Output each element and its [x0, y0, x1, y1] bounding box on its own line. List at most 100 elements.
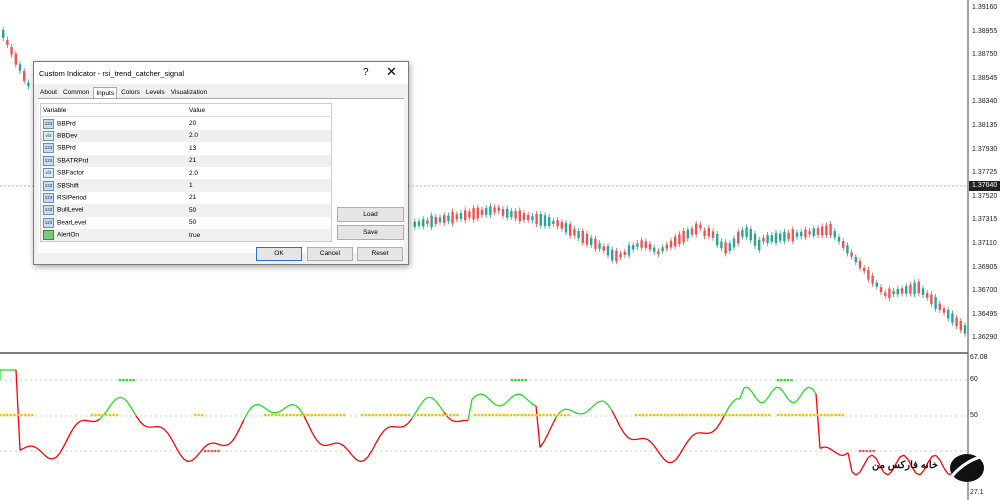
price-tick-label: 1.37725: [972, 169, 998, 177]
reset-button[interactable]: Reset: [357, 247, 403, 261]
rsi-segment: [439, 406, 445, 413]
tab-levels[interactable]: Levels: [144, 87, 167, 98]
signal-dot: [776, 413, 780, 417]
rsi-segment: [95, 418, 101, 422]
rsi-segment: [431, 397, 437, 402]
column-header-variable[interactable]: Variable: [40, 103, 187, 118]
param-value[interactable]: 21: [187, 192, 332, 204]
rsi-segment: [647, 439, 653, 444]
rsi-segment: [55, 452, 61, 458]
param-value[interactable]: 20: [187, 117, 332, 130]
signal-dot: [764, 413, 767, 417]
param-row[interactable]: 123 BullLevel 50: [40, 204, 332, 217]
tab-colors[interactable]: Colors: [119, 87, 142, 98]
cancel-button[interactable]: Cancel: [307, 247, 353, 261]
signal-dot: [524, 378, 527, 382]
param-name: AlertOn: [57, 231, 80, 239]
ok-button[interactable]: OK: [256, 247, 302, 261]
param-row[interactable]: v/2 SBFactor 2.0: [41, 167, 332, 179]
tab-common[interactable]: Common: [61, 87, 91, 98]
param-variable: 123 SBATRPrd: [40, 154, 187, 167]
signal-dot: [841, 413, 845, 417]
param-value[interactable]: 21: [187, 154, 332, 167]
rsi-segment: [403, 423, 409, 427]
help-button[interactable]: ?: [363, 67, 369, 78]
param-value[interactable]: 50: [187, 204, 332, 217]
signal-dot: [724, 413, 728, 417]
signal-dot: [263, 413, 267, 417]
rsi-segment: [755, 397, 761, 403]
signal-dot: [791, 413, 794, 417]
rsi-segment: [43, 454, 49, 459]
param-row[interactable]: v/2 BBDev 2.0: [40, 129, 332, 143]
rsi-segment: [399, 425, 405, 428]
param-row[interactable]: 123 RSIPeriod 21: [41, 192, 332, 204]
rsi-segment: [707, 431, 713, 435]
tab-about[interactable]: About: [38, 87, 59, 98]
rsi-segment: [827, 447, 833, 451]
int-type-icon: 123: [43, 192, 54, 203]
rsi-segment: [215, 442, 221, 446]
signal-dot: [115, 413, 119, 417]
param-variable: 123 BBPrd: [41, 117, 188, 130]
rsi-segment: [503, 400, 509, 405]
signal-dot: [862, 449, 865, 453]
rsi-segment: [519, 393, 525, 398]
param-value[interactable]: 50: [187, 217, 332, 229]
rsi-segment: [87, 420, 93, 423]
param-value[interactable]: 1: [187, 179, 332, 192]
rsi-segment: [411, 411, 417, 419]
signal-dot: [306, 413, 310, 417]
signal-dot: [703, 413, 706, 417]
column-header-value[interactable]: Value: [187, 103, 332, 118]
signal-dot: [207, 449, 210, 453]
rsi-segment: [303, 415, 309, 425]
price-tick-label: 1.36700: [972, 287, 998, 295]
signal-dot: [641, 413, 645, 417]
rsi-segment: [191, 456, 197, 462]
param-row[interactable]: AlertOn true: [40, 228, 332, 242]
param-value[interactable]: 2.0: [187, 129, 332, 143]
param-row[interactable]: 123 BearLevel 50: [41, 217, 332, 229]
signal-dot: [423, 413, 427, 417]
signal-dot: [502, 413, 506, 417]
rsi-segment: [255, 403, 261, 406]
param-row[interactable]: 123 SBShift 1: [40, 179, 332, 192]
param-row[interactable]: 123 SBPrd 13: [41, 142, 332, 154]
param-value[interactable]: true: [187, 228, 332, 242]
signal-dot: [710, 413, 713, 417]
signal-dot: [634, 413, 638, 417]
param-value[interactable]: 13: [187, 142, 332, 154]
signal-dot: [118, 378, 122, 382]
signal-dot: [270, 413, 274, 417]
tab-visualization[interactable]: Visualization: [169, 87, 209, 98]
signal-dot: [713, 413, 717, 417]
rsi-segment: [359, 460, 365, 463]
signal-dot: [767, 413, 771, 417]
site-logo: خانه فارکس من: [868, 448, 988, 488]
signal-dot: [488, 413, 491, 417]
signal-dot: [420, 413, 423, 417]
rsi-segment: [343, 445, 349, 451]
save-button[interactable]: Save: [337, 225, 404, 240]
rsi-segment: [607, 404, 613, 412]
param-variable: v/2 SBFactor: [41, 167, 188, 179]
rsi-segment: [595, 400, 601, 405]
load-button[interactable]: Load: [337, 207, 404, 222]
close-icon[interactable]: ✕: [386, 64, 397, 80]
rsi-segment: [187, 459, 193, 463]
rsi-segment: [375, 435, 381, 444]
price-tick-label: 1.37315: [972, 216, 998, 224]
rsi-segment: [623, 432, 629, 438]
param-value[interactable]: 2.0: [187, 167, 332, 179]
signal-dot: [449, 413, 452, 417]
price-tick-label: 1.39160: [972, 4, 998, 11]
rsi-segment: [251, 404, 257, 408]
rsi-segment: [131, 408, 137, 417]
param-row[interactable]: 123 SBATRPrd 21: [40, 154, 332, 167]
param-row[interactable]: 123 BBPrd 20: [41, 117, 332, 130]
signal-dot: [692, 413, 695, 417]
dialog-titlebar[interactable]: Custom Indicator - rsi_trend_catcher_sig…: [34, 62, 408, 84]
rsi-segment: [651, 442, 657, 449]
rsi-segment: [263, 406, 269, 411]
